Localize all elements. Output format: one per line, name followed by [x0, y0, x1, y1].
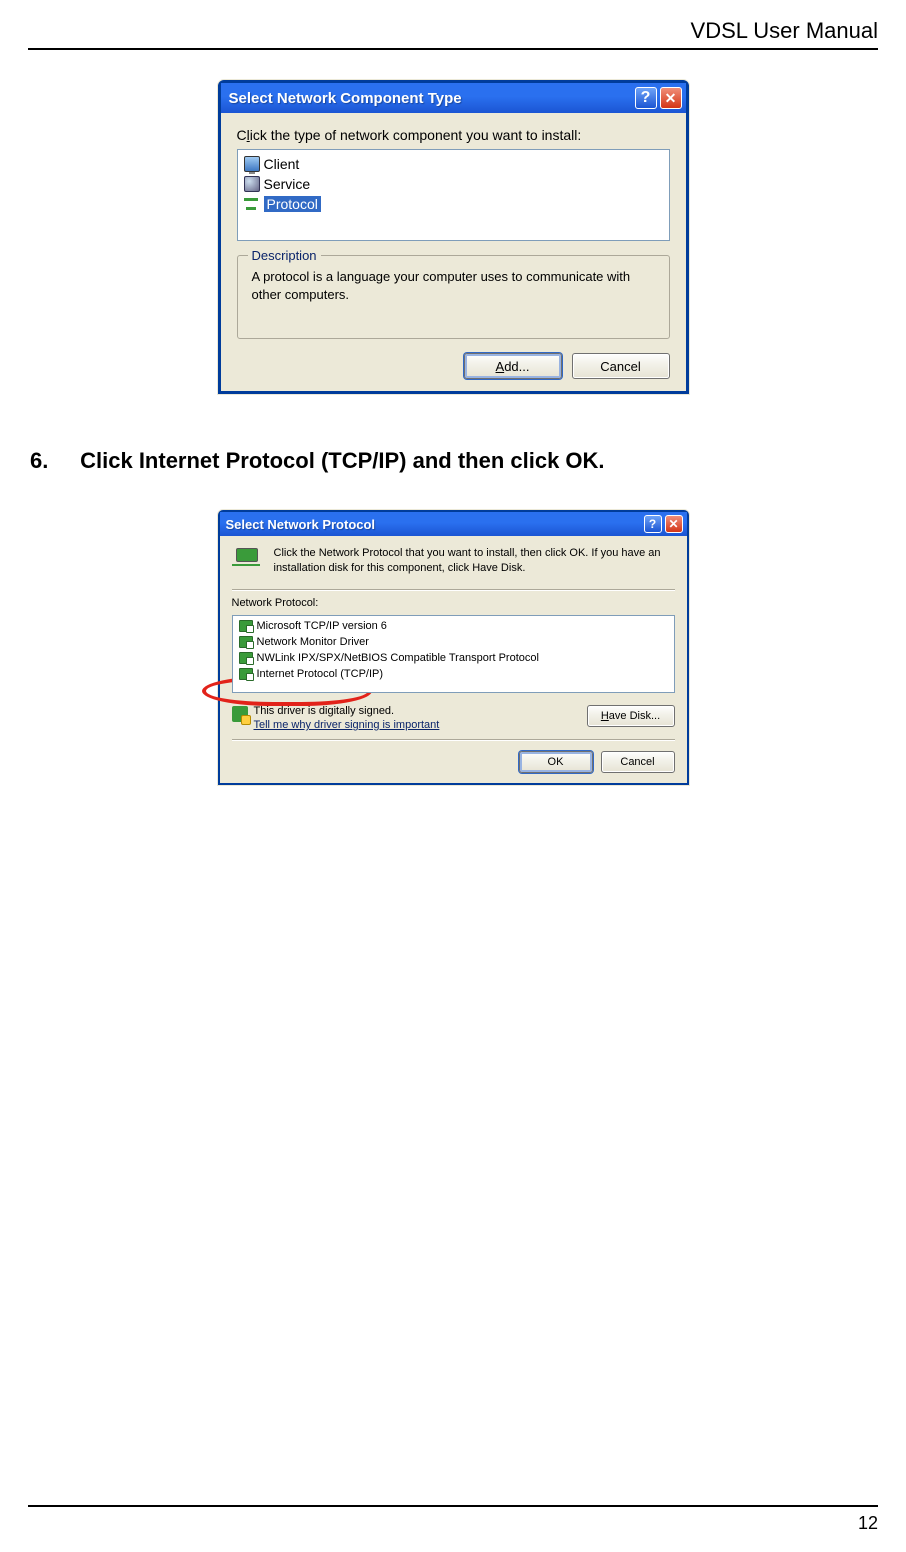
- list-item-protocol[interactable]: Protocol: [242, 194, 665, 214]
- protocol-item-icon: [239, 668, 253, 680]
- havedisk-text: ave Disk...: [609, 710, 660, 722]
- network-icon: [232, 548, 264, 572]
- description-groupbox: Description A protocol is a language you…: [237, 255, 670, 339]
- divider: [232, 739, 675, 741]
- list-item-tcpip[interactable]: Internet Protocol (TCP/IP): [235, 666, 672, 682]
- list-item-label: Microsoft TCP/IP version 6: [257, 620, 387, 632]
- list-item-netmon[interactable]: Network Monitor Driver: [235, 634, 672, 650]
- signing-info-link[interactable]: Tell me why driver signing is important: [254, 719, 440, 731]
- list-item-service[interactable]: Service: [242, 174, 665, 194]
- dialog-body: Click the Network Protocol that you want…: [220, 536, 687, 783]
- have-disk-button[interactable]: Have Disk...: [587, 705, 675, 727]
- step-number: 6.: [30, 448, 74, 474]
- cancel-text: Cancel: [620, 756, 654, 768]
- instructions-row: Click the Network Protocol that you want…: [232, 546, 675, 575]
- groupbox-legend: Description: [248, 247, 321, 265]
- dialog-select-component-type: Select Network Component Type ? ✕ Click …: [218, 80, 689, 394]
- client-icon: [244, 156, 260, 172]
- ok-button[interactable]: OK: [519, 751, 593, 773]
- havedisk-underline: H: [601, 710, 609, 722]
- titlebar-title: Select Network Protocol: [226, 517, 644, 532]
- page: VDSL User Manual Select Network Componen…: [0, 0, 906, 1552]
- list-label: Network Protocol:: [232, 597, 675, 609]
- dialog-body: Click the type of network component you …: [221, 113, 686, 391]
- close-button[interactable]: ✕: [660, 87, 682, 109]
- step-instruction: 6. Click Internet Protocol (TCP/IP) and …: [30, 448, 878, 474]
- add-button[interactable]: Add...: [464, 353, 562, 379]
- help-button[interactable]: ?: [635, 87, 657, 109]
- list-item-label: Protocol: [264, 196, 321, 212]
- ok-text: OK: [548, 756, 564, 768]
- titlebar-title: Select Network Component Type: [229, 90, 635, 107]
- cancel-button[interactable]: Cancel: [572, 353, 670, 379]
- cancel-text: Cancel: [600, 359, 640, 374]
- protocol-item-icon: [239, 620, 253, 632]
- prompt-pre: C: [237, 127, 247, 143]
- prompt-label: Click the type of network component you …: [237, 127, 670, 143]
- instructions-text: Click the Network Protocol that you want…: [274, 546, 675, 575]
- list-item-label: Client: [264, 156, 300, 172]
- help-button[interactable]: ?: [644, 515, 662, 533]
- list-item-label: Service: [264, 176, 311, 192]
- step-text: Click Internet Protocol (TCP/IP) and the…: [80, 448, 604, 473]
- list-item-client[interactable]: Client: [242, 154, 665, 174]
- protocol-listbox[interactable]: Microsoft TCP/IP version 6 Network Monit…: [232, 615, 675, 693]
- list-item-nwlink[interactable]: NWLink IPX/SPX/NetBIOS Compatible Transp…: [235, 650, 672, 666]
- protocol-icon: [244, 196, 260, 212]
- signed-text: This driver is digitally signed. Tell me…: [254, 705, 440, 731]
- divider: [232, 589, 675, 591]
- signed-row: This driver is digitally signed. Tell me…: [232, 705, 675, 731]
- service-icon: [244, 176, 260, 192]
- list-item-label: NWLink IPX/SPX/NetBIOS Compatible Transp…: [257, 652, 539, 664]
- dialog-select-network-protocol: Select Network Protocol ? ✕ Click the Ne…: [218, 510, 689, 785]
- list-item-tcpip6[interactable]: Microsoft TCP/IP version 6: [235, 618, 672, 634]
- protocol-item-icon: [239, 636, 253, 648]
- titlebar: Select Network Component Type ? ✕: [221, 83, 686, 113]
- cancel-button[interactable]: Cancel: [601, 751, 675, 773]
- groupbox-text: A protocol is a language your computer u…: [252, 269, 631, 302]
- component-listbox[interactable]: Client Service Protocol: [237, 149, 670, 241]
- close-button[interactable]: ✕: [665, 515, 683, 533]
- list-item-label: Network Monitor Driver: [257, 636, 369, 648]
- protocol-item-icon: [239, 652, 253, 664]
- page-number: 12: [28, 1505, 878, 1534]
- titlebar: Select Network Protocol ? ✕: [220, 512, 687, 536]
- add-underline: A: [496, 359, 505, 374]
- prompt-post: ick the type of network component you wa…: [250, 127, 582, 143]
- header-title: VDSL User Manual: [28, 18, 878, 50]
- add-text: dd...: [504, 359, 529, 374]
- list-item-label: Internet Protocol (TCP/IP): [257, 668, 384, 680]
- signed-icon: [232, 706, 248, 722]
- signed-line: This driver is digitally signed.: [254, 705, 440, 717]
